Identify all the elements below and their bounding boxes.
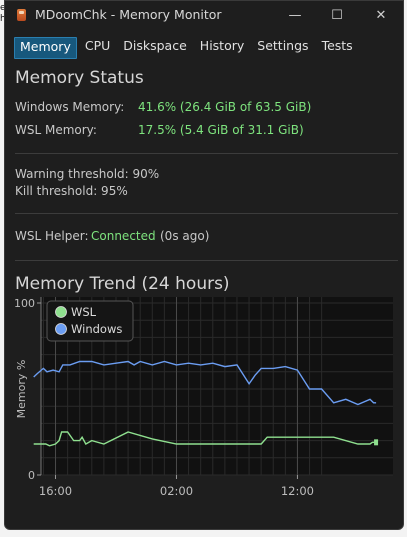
tab-tests[interactable]: Tests bbox=[317, 37, 358, 57]
windows-memory-value: 41.6% (26.4 GiB of 63.5 GiB) bbox=[138, 100, 312, 114]
maximize-icon: ☐ bbox=[331, 7, 343, 23]
maximize-button[interactable]: ☐ bbox=[323, 5, 351, 25]
legend-swatch bbox=[55, 323, 67, 335]
tab-memory[interactable]: Memory bbox=[14, 37, 77, 59]
minimize-button[interactable]: — bbox=[281, 5, 309, 25]
tab-history[interactable]: History bbox=[195, 37, 249, 57]
tab-cpu[interactable]: CPU bbox=[80, 37, 115, 57]
windows-memory-label: Windows Memory: bbox=[15, 100, 125, 114]
series-endpoint-wsl bbox=[374, 439, 379, 446]
minimize-icon: — bbox=[288, 7, 302, 23]
kill-threshold: Kill threshold: 95% bbox=[15, 184, 128, 198]
wsl-memory-label: WSL Memory: bbox=[15, 123, 97, 137]
x-tick-label: 16:00 bbox=[39, 484, 72, 498]
divider bbox=[15, 213, 398, 214]
title-bar[interactable]: MDoomChk - Memory Monitor — ☐ ✕ bbox=[5, 1, 403, 29]
memory-monitor-window: MDoomChk - Memory Monitor — ☐ ✕ Memory C… bbox=[4, 0, 404, 530]
legend-swatch bbox=[55, 306, 67, 318]
divider bbox=[15, 153, 398, 154]
close-button[interactable]: ✕ bbox=[367, 5, 395, 25]
memory-status-heading: Memory Status bbox=[15, 68, 144, 88]
chart-legend: WSL Windows bbox=[46, 300, 134, 342]
window-title: MDoomChk - Memory Monitor bbox=[35, 7, 222, 22]
wsl-helper-label: WSL Helper: bbox=[15, 229, 89, 243]
y-tick-label: 100 bbox=[14, 297, 35, 310]
wsl-helper-status: Connected bbox=[91, 229, 156, 243]
legend-label: WSL bbox=[71, 305, 97, 319]
x-tick-label: 12:00 bbox=[281, 484, 314, 498]
tab-bar: Memory CPU Diskspace History Settings Te… bbox=[14, 37, 361, 59]
wsl-helper-age: (0s ago) bbox=[160, 229, 210, 243]
y-tick-label: 0 bbox=[28, 469, 35, 482]
wsl-memory-value: 17.5% (5.4 GiB of 31.1 GiB) bbox=[138, 123, 304, 137]
memory-trend-heading: Memory Trend (24 hours) bbox=[15, 274, 230, 294]
close-icon: ✕ bbox=[375, 7, 387, 23]
y-axis-label: Memory % bbox=[15, 360, 28, 419]
tab-settings[interactable]: Settings bbox=[252, 37, 313, 57]
x-tick-label: 02:00 bbox=[160, 484, 193, 498]
legend-label: Windows bbox=[71, 322, 122, 336]
app-icon bbox=[17, 9, 26, 21]
warning-threshold: Warning threshold: 90% bbox=[15, 167, 160, 181]
memory-trend-chart: 0 100 16:00 02:00 12:00 Memory % WSL Windows bbox=[14, 297, 393, 498]
tab-diskspace[interactable]: Diskspace bbox=[118, 37, 192, 57]
divider bbox=[15, 260, 398, 261]
